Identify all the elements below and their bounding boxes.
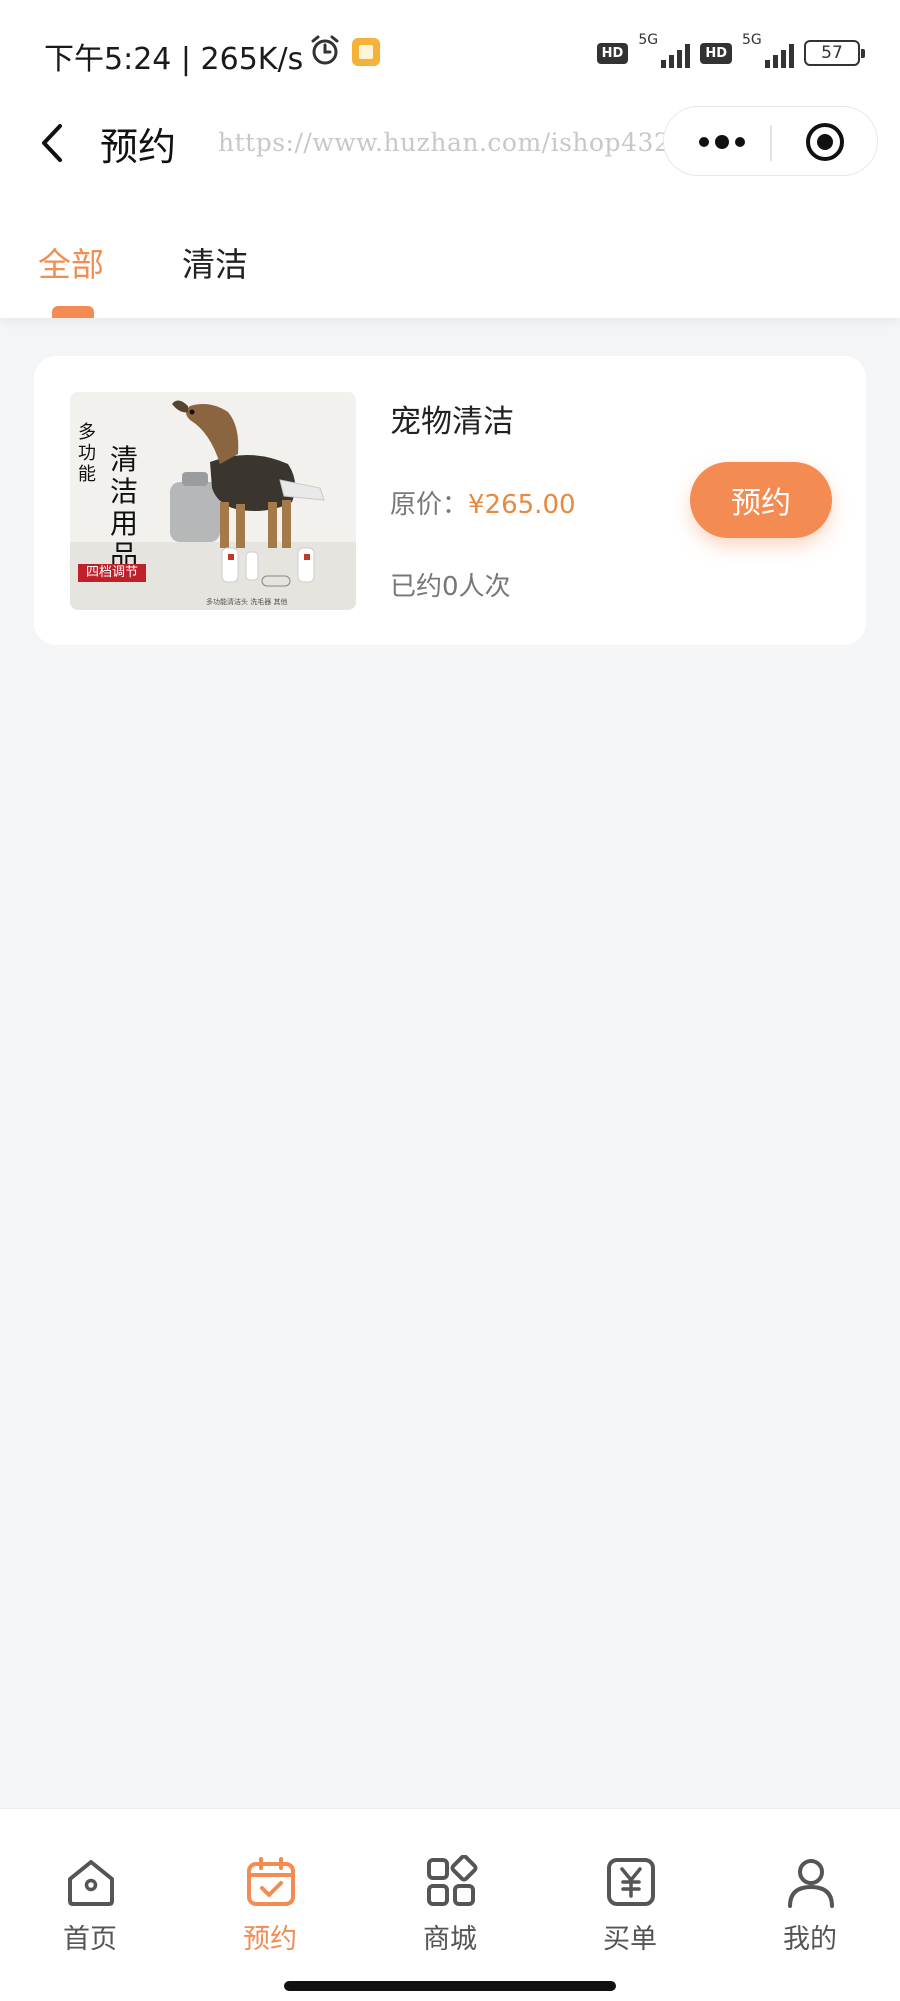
booked-count: 已约0人次 bbox=[390, 572, 511, 602]
bottom-tab-bar: 首页 预约 商城 买单 我的 bbox=[0, 1808, 900, 2001]
tabbar-label: 买单 bbox=[603, 1924, 657, 1955]
hd-badge: HD bbox=[700, 42, 732, 64]
product-thumbnail: 多功能清洁头 洗毛器 其他 多功能 清洁用品 四档调节 bbox=[70, 392, 356, 610]
battery-icon: 57 bbox=[804, 40, 865, 66]
hd-badge: HD bbox=[596, 42, 629, 64]
network-type: 5G bbox=[638, 32, 659, 48]
service-title: 宠物清洁 bbox=[390, 404, 514, 440]
apps-icon bbox=[427, 1855, 478, 1906]
tabbar-label: 商城 bbox=[423, 1924, 477, 1955]
calendar-check-icon bbox=[247, 1857, 295, 1906]
close-miniprogram-icon[interactable] bbox=[804, 121, 846, 163]
thumbnail-text-main: 清洁用品 bbox=[110, 443, 139, 572]
book-button[interactable]: 预约 bbox=[690, 462, 832, 538]
tabbar-item-booking[interactable]: 预约 bbox=[180, 1809, 360, 1959]
tabbar-label: 首页 bbox=[63, 1924, 117, 1955]
yen-bill-icon bbox=[607, 1858, 655, 1906]
tabbar-label: 我的 bbox=[783, 1924, 837, 1955]
back-arrow-icon[interactable] bbox=[30, 118, 80, 168]
nav-bar: 预约 https://www.huzhan.com/ishop43289 bbox=[0, 100, 900, 190]
header-area: 下午5:24 | 265K/s HD 5G HD 5G 57 预约 https:… bbox=[0, 0, 900, 318]
thumbnail-text-side: 多功能 bbox=[78, 422, 96, 485]
tabbar-item-home[interactable]: 首页 bbox=[0, 1809, 180, 1959]
active-tab-indicator bbox=[52, 306, 94, 318]
service-card[interactable]: 多功能清洁头 洗毛器 其他 多功能 清洁用品 四档调节 宠物清洁 原价：¥265… bbox=[34, 356, 866, 645]
thumbnail-tag: 四档调节 bbox=[78, 564, 147, 582]
more-icon[interactable] bbox=[692, 127, 752, 157]
alarm-icon bbox=[311, 35, 339, 65]
page-title: 预约 bbox=[100, 125, 177, 169]
tabbar-item-mine[interactable]: 我的 bbox=[720, 1809, 900, 1959]
tab-cleaning[interactable]: 清洁 bbox=[182, 238, 248, 286]
battery-level: 57 bbox=[821, 43, 843, 63]
status-bar: 下午5:24 | 265K/s HD 5G HD 5G 57 bbox=[0, 0, 900, 100]
user-icon bbox=[788, 1859, 834, 1908]
price-line: 原价：¥265.00 bbox=[390, 484, 576, 521]
category-tabs: 全部 清洁 bbox=[0, 228, 900, 318]
tabbar-label: 预约 bbox=[243, 1924, 297, 1955]
capsule-divider bbox=[770, 125, 772, 161]
tabbar-item-pay[interactable]: 买单 bbox=[540, 1809, 720, 1959]
watermark-url: https://www.huzhan.com/ishop43289 bbox=[218, 128, 704, 157]
signal-icon: 5G bbox=[742, 32, 794, 68]
price-value: ¥265.00 bbox=[468, 490, 576, 520]
home-icon bbox=[68, 1860, 114, 1906]
status-time: 下午5:24 | 265K/s bbox=[44, 42, 304, 77]
miniprogram-capsule bbox=[663, 106, 878, 176]
status-right-icons: HD 5G HD 5G 57 bbox=[596, 32, 865, 70]
tab-all[interactable]: 全部 bbox=[38, 238, 104, 286]
svg-text:多功能清洁头 洗毛器 其他: 多功能清洁头 洗毛器 其他 bbox=[206, 597, 287, 606]
signal-icon: 5G bbox=[638, 32, 691, 68]
tabbar-item-mall[interactable]: 商城 bbox=[360, 1809, 540, 1959]
price-label: 原价： bbox=[390, 490, 469, 520]
notes-app-icon bbox=[352, 38, 380, 66]
home-indicator[interactable] bbox=[284, 1981, 616, 1991]
network-type: 5G bbox=[742, 32, 762, 48]
